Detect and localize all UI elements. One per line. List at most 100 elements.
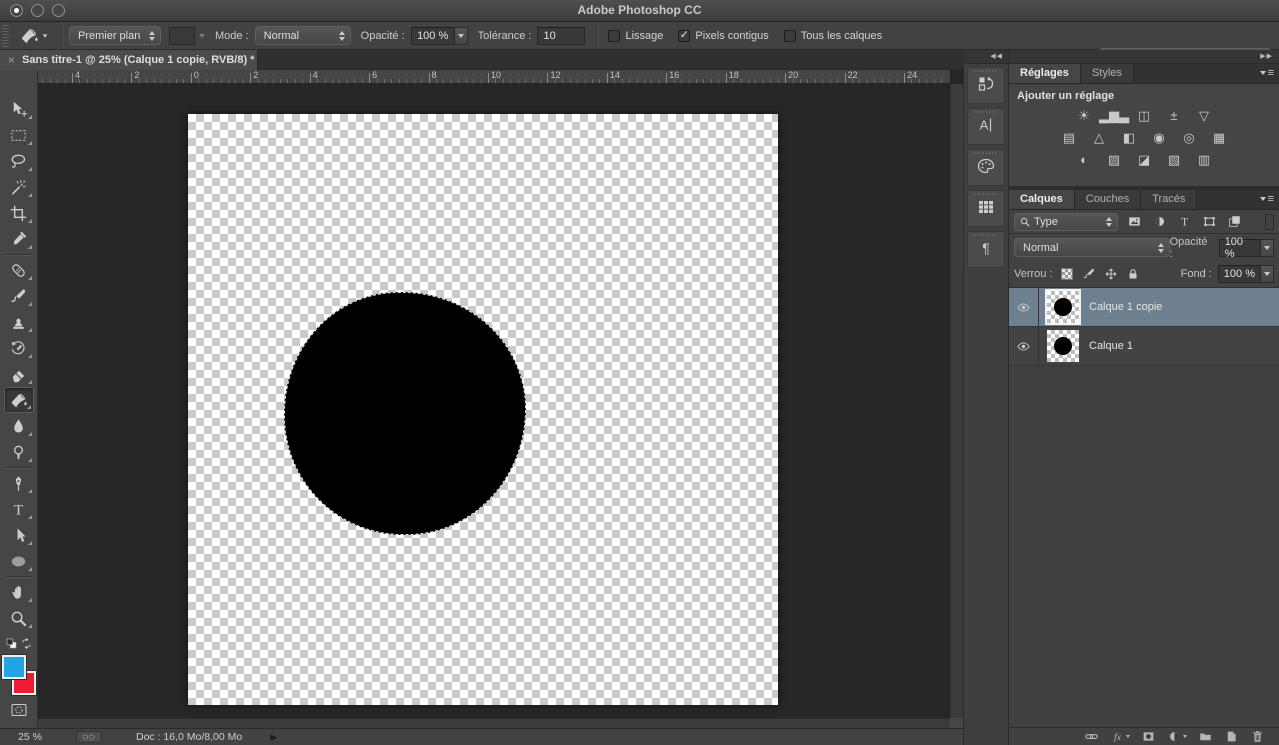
tool-ellipse-shape[interactable] bbox=[4, 548, 34, 574]
opacity-dropdown-arrow[interactable] bbox=[455, 27, 468, 45]
filter-pixel-layers-icon[interactable] bbox=[1126, 213, 1143, 230]
adjustment-posterize-icon[interactable]: ▨ bbox=[1103, 151, 1125, 168]
lock-transparency-icon[interactable] bbox=[1059, 266, 1075, 282]
adjustment-color-lookup-icon[interactable]: ▦ bbox=[1208, 129, 1230, 146]
document-canvas[interactable] bbox=[188, 114, 778, 705]
pattern-swatch[interactable] bbox=[169, 27, 195, 45]
tool-blur[interactable] bbox=[4, 413, 34, 439]
tool-paint-bucket[interactable] bbox=[4, 387, 34, 413]
layer-filter-toggle[interactable] bbox=[1265, 214, 1274, 230]
zoom-level-field[interactable]: 25 % bbox=[18, 731, 58, 743]
adjustment-photo-filter-icon[interactable]: ◉ bbox=[1148, 129, 1170, 146]
adjustment-hue-saturation-icon[interactable]: ▤ bbox=[1058, 129, 1080, 146]
horizontal-scrollbar[interactable] bbox=[38, 718, 950, 728]
layer-row[interactable]: Calque 1 bbox=[1009, 327, 1279, 366]
tool-spot-healing-brush[interactable] bbox=[4, 257, 34, 283]
checkbox-pixels-contigus[interactable]: ✓Pixels contigus bbox=[678, 30, 768, 42]
filter-shape-layers-icon[interactable] bbox=[1201, 213, 1218, 230]
layer-filter-type-dropdown[interactable]: Type bbox=[1014, 213, 1118, 231]
tab-couches[interactable]: Couches bbox=[1075, 190, 1141, 209]
opacity-value-field[interactable]: 100 % bbox=[411, 27, 455, 45]
layer-thumbnail[interactable] bbox=[1047, 291, 1079, 323]
tool-pen[interactable] bbox=[4, 470, 34, 496]
checkbox-box[interactable] bbox=[608, 30, 620, 42]
status-options-button[interactable] bbox=[76, 731, 102, 743]
checkbox-box[interactable]: ✓ bbox=[678, 30, 690, 42]
swap-colors-icon[interactable] bbox=[20, 637, 33, 650]
adjustment-exposure-icon[interactable]: ± bbox=[1163, 107, 1185, 124]
adjustment-threshold-icon[interactable]: ◪ bbox=[1133, 151, 1155, 168]
panel-menu-icon[interactable]: ≡ bbox=[1260, 193, 1274, 205]
layer-visibility-toggle[interactable] bbox=[1009, 288, 1039, 326]
tool-path-selection[interactable] bbox=[4, 522, 34, 548]
dock-panel-color-grid[interactable] bbox=[967, 190, 1005, 227]
layer-thumbnail[interactable] bbox=[1047, 330, 1079, 362]
default-colors-icon[interactable] bbox=[5, 637, 18, 650]
dock-panel-history[interactable] bbox=[967, 67, 1005, 104]
tab-reglages[interactable]: Réglages bbox=[1009, 64, 1081, 83]
tool-dodge[interactable] bbox=[4, 439, 34, 465]
tool-history-brush[interactable] bbox=[4, 335, 34, 361]
layer-opacity-field[interactable]: 100 % bbox=[1219, 239, 1262, 257]
tolerance-input[interactable]: 10 bbox=[537, 27, 585, 45]
filter-smart-objects-icon[interactable] bbox=[1226, 213, 1243, 230]
lock-pixels-icon[interactable] bbox=[1081, 266, 1097, 282]
link-layers-button[interactable] bbox=[1084, 729, 1099, 744]
tool-move[interactable] bbox=[4, 96, 34, 122]
options-bar-grip[interactable] bbox=[2, 25, 9, 47]
dock-panel-paragraph[interactable]: ¶ bbox=[967, 231, 1005, 268]
adjustment-gradient-map-icon[interactable]: ▧ bbox=[1163, 151, 1185, 168]
new-adjustment-layer-button[interactable] bbox=[1167, 729, 1187, 744]
filter-type-layers-icon[interactable]: T bbox=[1176, 213, 1193, 230]
adjustment-invert-icon[interactable]: ◐ bbox=[1073, 151, 1095, 168]
lock-position-icon[interactable] bbox=[1103, 266, 1119, 282]
horizontal-ruler[interactable]: 42024681012141618202224 bbox=[38, 70, 950, 84]
lock-all-icon[interactable] bbox=[1125, 266, 1141, 282]
adjustment-color-balance-icon[interactable]: △ bbox=[1088, 129, 1110, 146]
canvas-viewport[interactable] bbox=[38, 84, 950, 728]
tool-clone-stamp[interactable] bbox=[4, 309, 34, 335]
quick-mask-button[interactable] bbox=[4, 698, 34, 722]
adjustment-curves-icon[interactable]: ◫ bbox=[1133, 107, 1155, 124]
checkbox-tous-les-calques[interactable]: Tous les calques bbox=[784, 30, 882, 42]
vertical-scrollbar[interactable] bbox=[950, 84, 963, 728]
tool-eyedropper[interactable] bbox=[4, 226, 34, 252]
layer-visibility-toggle[interactable] bbox=[1009, 327, 1039, 365]
layer-blend-mode-dropdown[interactable]: Normal bbox=[1014, 238, 1170, 257]
tool-magic-wand[interactable] bbox=[4, 174, 34, 200]
tool-brush[interactable] bbox=[4, 283, 34, 309]
dock-panel-character[interactable]: A bbox=[967, 108, 1005, 145]
layer-name[interactable]: Calque 1 bbox=[1089, 340, 1133, 352]
tab-traces[interactable]: Tracés bbox=[1141, 190, 1197, 209]
adjustment-channel-mixer-icon[interactable]: ◎ bbox=[1178, 129, 1200, 146]
tool-crop[interactable] bbox=[4, 200, 34, 226]
checkbox-box[interactable] bbox=[784, 30, 796, 42]
foreground-color-swatch[interactable] bbox=[2, 655, 26, 679]
close-tab-icon[interactable]: × bbox=[8, 54, 15, 66]
adjustment-vibrance-icon[interactable]: ▽ bbox=[1193, 107, 1215, 124]
layer-fill-arrow[interactable] bbox=[1261, 265, 1274, 283]
checkbox-lissage[interactable]: Lissage bbox=[608, 30, 663, 42]
tool-rectangular-marquee[interactable] bbox=[4, 122, 34, 148]
filter-adjustment-layers-icon[interactable] bbox=[1151, 213, 1168, 230]
tab-calques[interactable]: Calques bbox=[1009, 190, 1075, 209]
adjustment-black-white-icon[interactable]: ◧ bbox=[1118, 129, 1140, 146]
layer-opacity-arrow[interactable] bbox=[1261, 239, 1274, 257]
tool-lasso[interactable] bbox=[4, 148, 34, 174]
layer-name[interactable]: Calque 1 copie bbox=[1089, 301, 1162, 313]
dock-panel-swatches[interactable] bbox=[967, 149, 1005, 186]
blend-mode-dropdown[interactable]: Normal bbox=[255, 26, 351, 45]
delete-layer-button[interactable] bbox=[1250, 729, 1265, 744]
fill-source-dropdown[interactable]: Premier plan bbox=[69, 26, 161, 45]
layer-style-button[interactable]: fx bbox=[1110, 729, 1130, 744]
status-menu-arrow-icon[interactable]: ▶ bbox=[270, 732, 277, 743]
tab-styles[interactable]: Styles bbox=[1081, 64, 1134, 83]
current-tool-badge[interactable] bbox=[13, 26, 54, 46]
tool-hand[interactable] bbox=[4, 579, 34, 605]
tool-eraser[interactable] bbox=[4, 361, 34, 387]
document-tab[interactable]: × Sans titre-1 @ 25% (Calque 1 copie, RV… bbox=[0, 50, 258, 70]
layer-fill-field[interactable]: 100 % bbox=[1218, 265, 1261, 283]
new-layer-button[interactable] bbox=[1224, 729, 1239, 744]
layer-row[interactable]: Calque 1 copie bbox=[1009, 288, 1279, 327]
tool-zoom[interactable] bbox=[4, 605, 34, 631]
